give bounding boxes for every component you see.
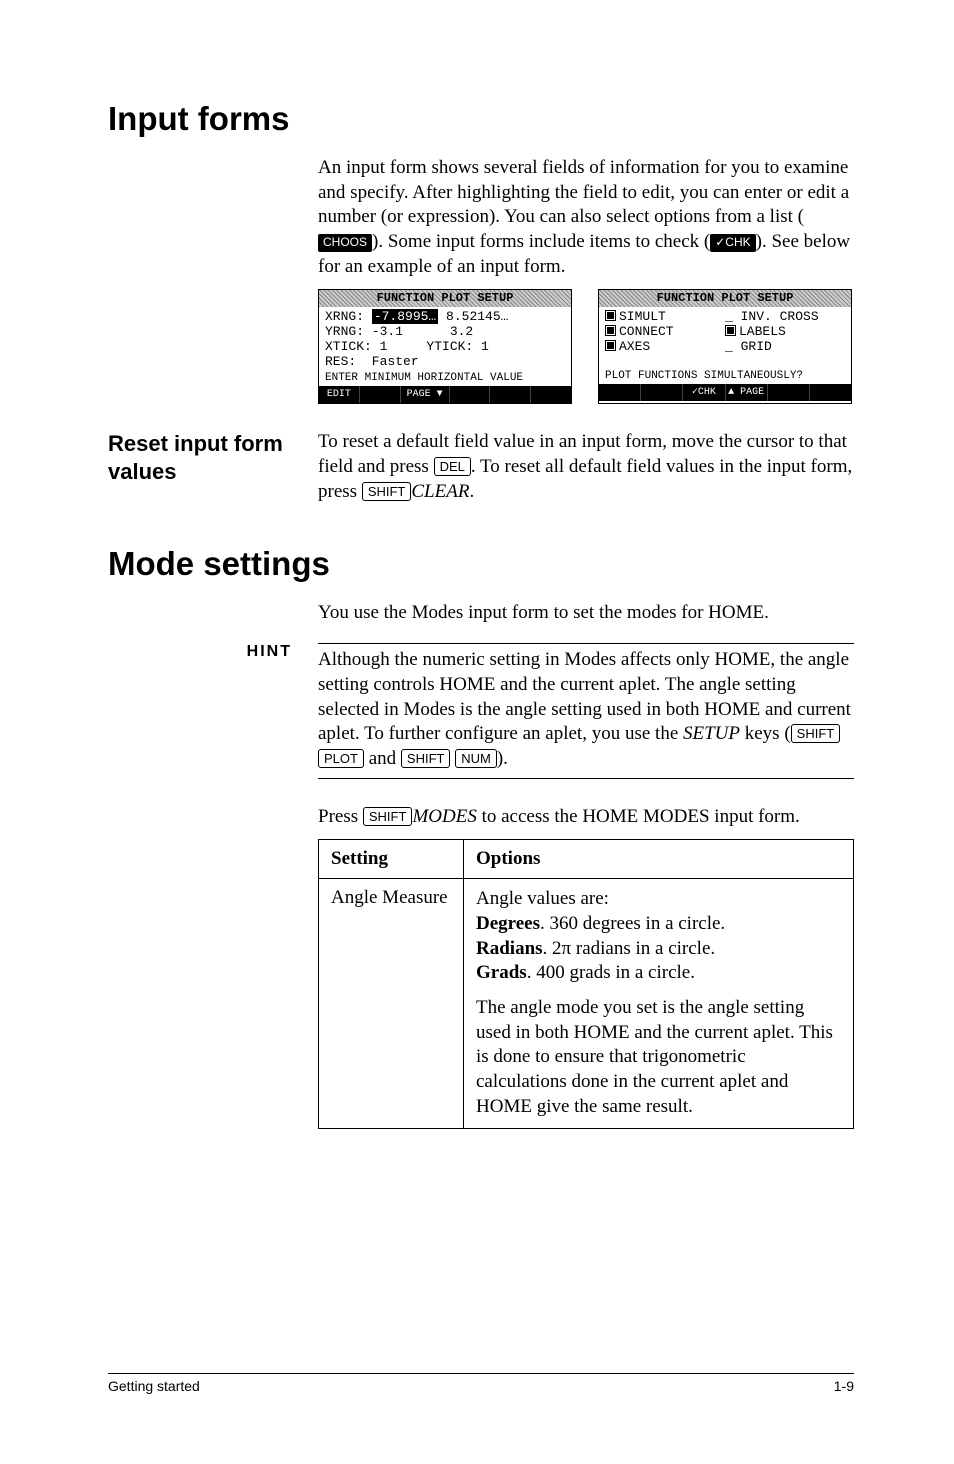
lcd1-xrng-max: 8.52145… [438,309,508,324]
lcd-plot-setup-page1: FUNCTION PLOT SETUP XRNG: -7.8995… 8.521… [318,289,572,404]
hint-and: and [364,748,401,769]
opt-degrees-text: . 360 degrees in a circle. [540,913,725,934]
lcd1-softkeys: EDIT PAGE ▼ [319,386,571,403]
lcd2-simult-check [605,309,619,324]
lcd1-sk-blank [531,386,571,403]
key-shift: SHIFT [401,749,451,768]
lcd2-labels: LABELS [739,324,786,339]
lcd2-grid-check: _ [725,339,741,354]
key-shift: SHIFT [362,482,412,501]
lcd-screenshots: FUNCTION PLOT SETUP XRNG: -7.8995… 8.521… [318,289,854,404]
reset-text: . [469,481,474,502]
th-setting: Setting [319,840,464,879]
opt-degrees: Degrees [476,913,540,934]
lcd2-prompt: PLOT FUNCTIONS SIMULTANEOUSLY? [599,369,851,384]
reset-paragraph: To reset a default field value in an inp… [318,430,854,504]
lcd2-axes-check [605,339,619,354]
options-table: Setting Options Angle Measure Angle valu… [318,839,854,1128]
lcd1-title: FUNCTION PLOT SETUP [319,290,571,307]
lcd2-sk-blank [768,384,810,401]
th-options: Options [464,840,854,879]
hint-label: HINT [108,643,310,661]
lcd2-sk-chk: ✓CHK [683,384,725,401]
lcd1-sk-blank [450,386,491,403]
heading-mode-settings: Mode settings [108,545,854,583]
hint-setup: SETUP [683,723,740,744]
lcd2-invcross-check: _ [725,309,741,324]
hint-text: ). [497,748,508,769]
intro-text: An input form shows several fields of in… [318,157,849,227]
heading-input-forms: Input forms [108,100,854,138]
heading-reset-input: Reset input form values [108,430,310,485]
mode-intro: You use the Modes input form to set the … [318,601,854,626]
footer-page: 1-9 [834,1378,854,1394]
key-clear: CLEAR [411,481,469,502]
key-del: DEL [434,457,471,476]
opt-radians: Radians [476,938,543,959]
key-shift: SHIFT [791,724,841,743]
opt-radians-text: . 2π radians in a circle. [543,938,716,959]
lcd2-sk-page: ▲ PAGE [726,384,768,401]
lcd1-sk-blank [360,386,401,403]
lcd1-ticks: XTICK: 1 YTICK: 1 [325,339,565,354]
lcd2-sk-blank [810,384,851,401]
intro-paragraph: An input form shows several fields of in… [318,156,854,279]
hint-box: Although the numeric setting in Modes af… [318,643,854,778]
press-text: to access the HOME MODES input form. [477,806,800,827]
press-text: Press [318,806,363,827]
lcd2-axes: AXES [619,339,650,354]
lcd2-connect-check [605,324,619,339]
lcd1-prompt: ENTER MINIMUM HORIZONTAL VALUE [319,371,571,386]
td-setting-angle: Angle Measure [319,879,464,1128]
hint-text: keys ( [740,723,791,744]
opt-lead: Angle values are: [476,888,609,909]
key-plot: PLOT [318,749,364,768]
td-options-angle: Angle values are: Degrees. 360 degrees i… [464,879,854,1128]
lcd1-sk-page: PAGE ▼ [401,386,450,403]
key-num: NUM [455,749,497,768]
lcd2-sk-blank [599,384,641,401]
opt-paragraph: The angle mode you set is the angle sett… [476,996,841,1119]
softkey-choos: CHOOS [318,234,372,252]
press-modes: Press SHIFTMODES to access the HOME MODE… [318,805,854,830]
lcd2-simult: SIMULT [619,309,666,324]
lcd1-res: RES: Faster [325,354,565,369]
footer-section: Getting started [108,1378,200,1394]
lcd2-connect: CONNECT [619,324,674,339]
key-modes: MODES [412,806,476,827]
key-shift: SHIFT [363,807,413,826]
softkey-chk: ✓CHK [710,234,755,252]
opt-grads: Grads [476,962,527,983]
lcd1-yrng: YRNG: -3.1 3.2 [325,324,565,339]
intro-text: ). Some input forms include items to che… [372,231,710,252]
lcd2-labels-check [725,324,739,339]
lcd1-sk-blank [490,386,531,403]
lcd-plot-setup-page2: FUNCTION PLOT SETUP SIMULT CONNECT AXES … [598,289,852,404]
lcd2-sk-blank [641,384,683,401]
lcd1-xrng-label: XRNG: [325,309,372,324]
opt-grads-text: . 400 grads in a circle. [527,962,695,983]
lcd2-title: FUNCTION PLOT SETUP [599,290,851,307]
lcd2-grid: GRID [741,339,772,354]
lcd1-sk-edit: EDIT [319,386,360,403]
lcd2-invcross: INV. CROSS [741,309,819,324]
lcd1-xrng-min: -7.8995… [372,309,438,324]
lcd2-softkeys: ✓CHK ▲ PAGE [599,384,851,401]
